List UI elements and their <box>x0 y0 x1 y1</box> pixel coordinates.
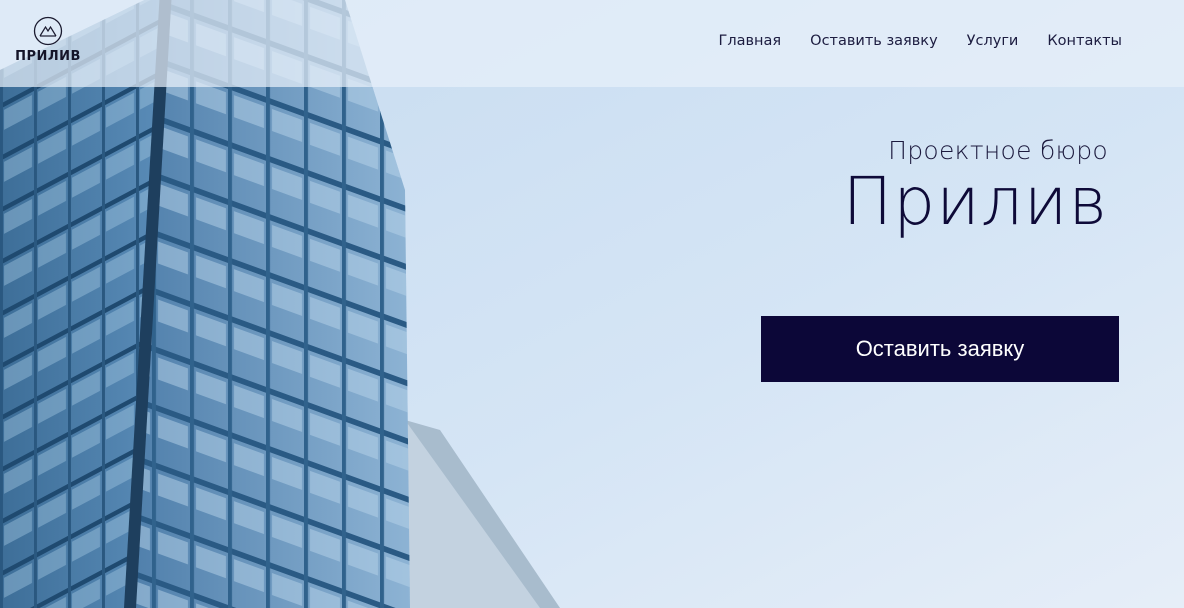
mountain-circle-icon <box>33 16 63 46</box>
nav-link-services[interactable]: Услуги <box>967 33 1019 49</box>
brand-name: ПРИЛИВ <box>15 49 81 64</box>
hero-subtitle: Проектное бюро <box>888 136 1108 165</box>
submit-request-button[interactable]: Оставить заявку <box>761 316 1119 382</box>
brand-logo[interactable]: ПРИЛИВ <box>14 16 82 64</box>
nav-link-request[interactable]: Оставить заявку <box>810 33 938 49</box>
hero-background-image <box>0 0 1184 608</box>
nav-link-contacts[interactable]: Контакты <box>1047 33 1122 49</box>
site-header: ПРИЛИВ Главная Оставить заявку Услуги Ко… <box>0 0 1184 87</box>
hero-text: Проектное бюро Прилив <box>843 136 1108 236</box>
main-nav: Главная Оставить заявку Услуги Контакты <box>719 33 1122 49</box>
nav-link-home[interactable]: Главная <box>719 33 782 49</box>
hero-title: Прилив <box>842 163 1108 240</box>
